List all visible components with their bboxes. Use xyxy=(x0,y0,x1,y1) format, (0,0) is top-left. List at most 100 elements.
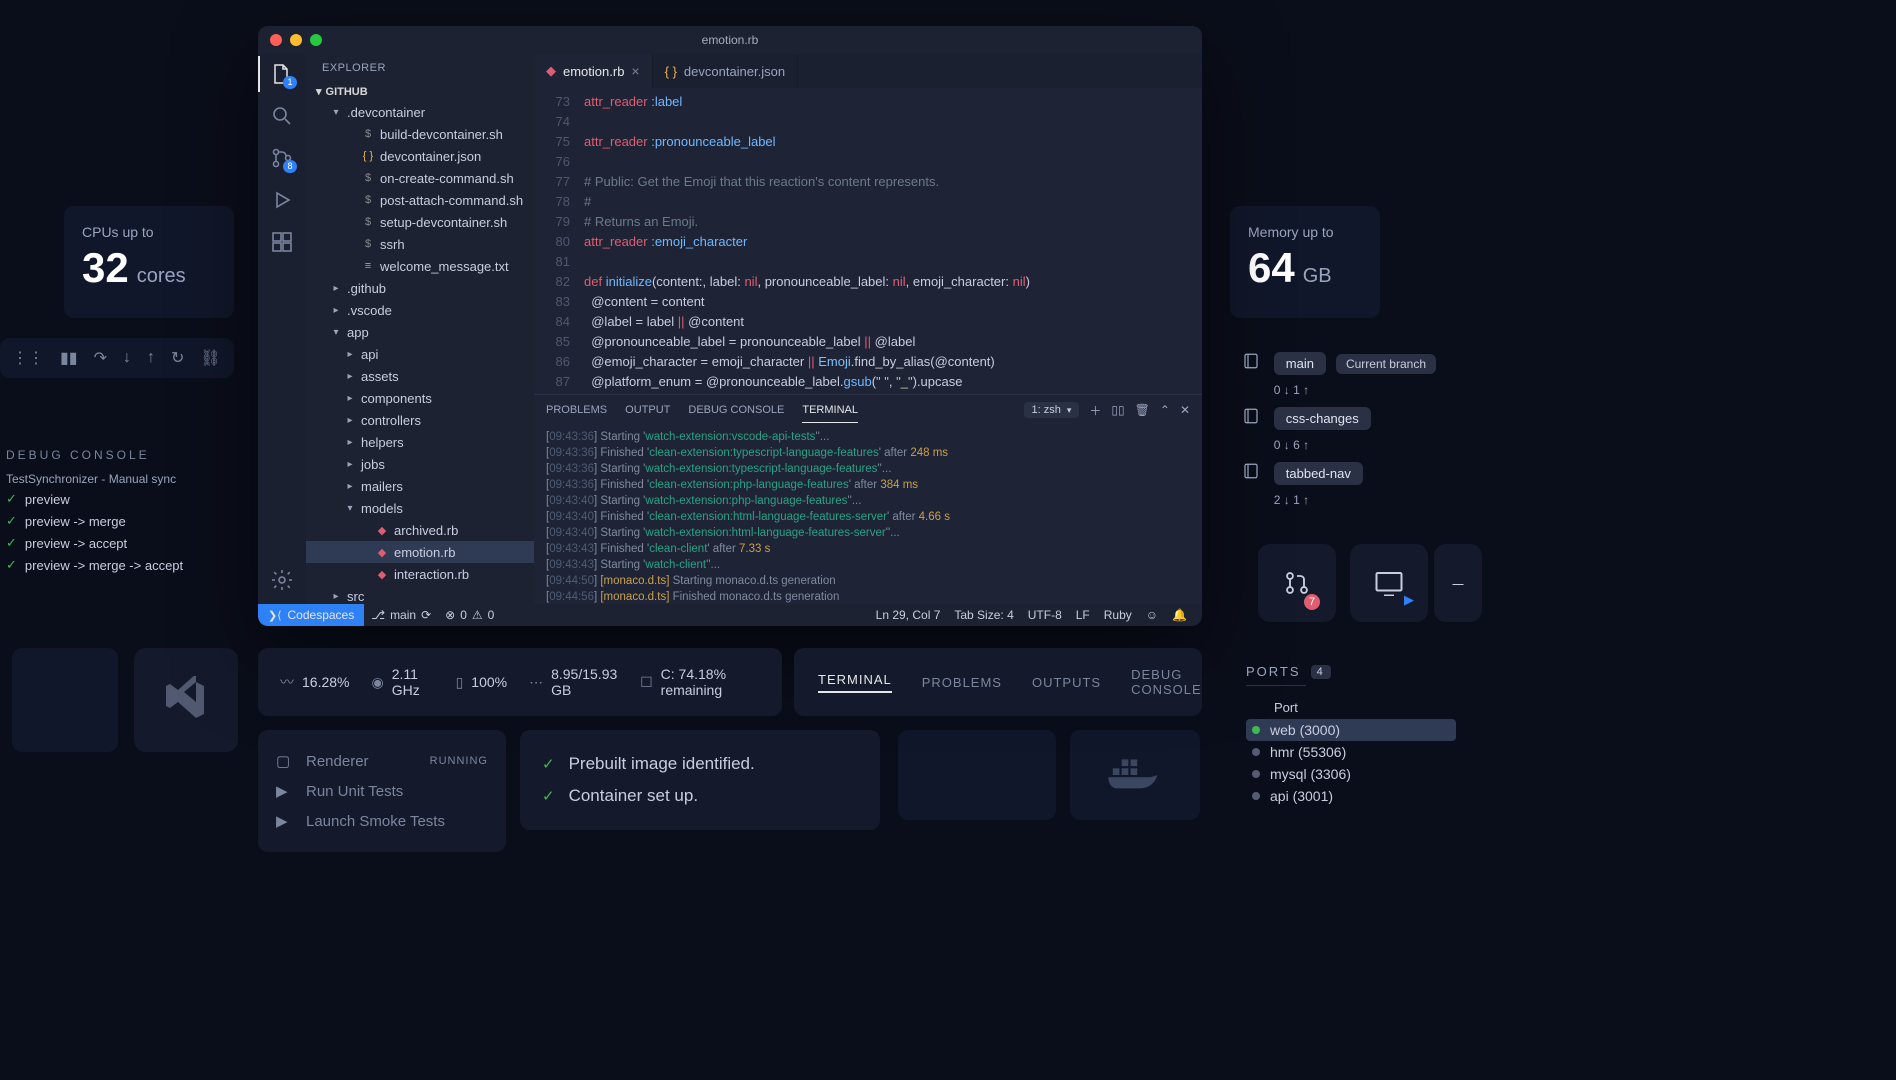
extensions-icon[interactable] xyxy=(270,230,294,254)
task-row[interactable]: ▢RendererRUNNING xyxy=(276,746,488,776)
tree-row[interactable]: ▾app xyxy=(306,321,534,343)
new-terminal-icon[interactable]: ＋ xyxy=(1089,402,1101,419)
panel-tab[interactable]: DEBUG CONSOLE xyxy=(688,398,784,422)
repo-root[interactable]: ▾GITHUB xyxy=(306,82,534,101)
panel-up-icon[interactable]: ⌃ xyxy=(1160,403,1170,417)
tree-row[interactable]: ▸assets xyxy=(306,365,534,387)
port-row[interactable]: web (3000) xyxy=(1246,719,1456,741)
encoding-status[interactable]: UTF-8 xyxy=(1021,608,1069,622)
check-square[interactable]: ⎯ xyxy=(1434,544,1482,622)
tree-row[interactable]: $ssrh xyxy=(306,233,534,255)
kill-terminal-icon[interactable]: 🗑 xyxy=(1135,403,1150,417)
panel-switch-tab[interactable]: DEBUG CONSOLE xyxy=(1131,667,1202,697)
debug-console-widget: DEBUG CONSOLE TestSynchronizer - Manual … xyxy=(0,440,235,620)
check-icon: ✓ xyxy=(6,491,17,507)
file-name: post-attach-command.sh xyxy=(380,193,523,208)
task-label: Run Unit Tests xyxy=(306,783,403,800)
panel-close-icon[interactable]: ✕ xyxy=(1180,403,1190,417)
panel-switcher: TERMINAL PROBLEMS OUTPUTS DEBUG CONSOLE xyxy=(794,648,1202,716)
tree-row[interactable]: ▸jobs xyxy=(306,453,534,475)
tree-row[interactable]: $post-attach-command.sh xyxy=(306,189,534,211)
debug-step-over-icon[interactable]: ↷ xyxy=(94,348,107,368)
chevron-icon: ▸ xyxy=(330,305,342,316)
codespaces-button[interactable]: ❯⟨ Codespaces xyxy=(258,604,364,626)
tree-row[interactable]: { }devcontainer.json xyxy=(306,145,534,167)
code-line: @platform_enum = @pronounceable_label.gs… xyxy=(584,372,962,392)
bell-icon[interactable]: 🔔 xyxy=(1165,608,1194,622)
panel-tab[interactable]: TERMINAL xyxy=(802,398,858,423)
tabsize-status[interactable]: Tab Size: 4 xyxy=(947,608,1020,622)
debug-pause-icon[interactable]: ▮▮ xyxy=(60,348,78,368)
branch-status[interactable]: ⎇main⟳ xyxy=(364,608,438,622)
explorer-icon[interactable]: 1 xyxy=(270,62,294,86)
panel-switch-tab[interactable]: TERMINAL xyxy=(818,672,892,693)
panel-tabs: PROBLEMS OUTPUT DEBUG CONSOLE TERMINAL 1: z… xyxy=(534,395,1202,425)
debug-step-out-icon[interactable]: ↑ xyxy=(147,349,155,367)
port-row[interactable]: hmr (55306) xyxy=(1246,741,1456,763)
port-row[interactable]: mysql (3306) xyxy=(1246,763,1456,785)
split-terminal-icon[interactable]: ▯▯ xyxy=(1111,403,1124,417)
titlebar[interactable]: emotion.rb xyxy=(258,26,1202,54)
line-number: 84 xyxy=(534,312,584,332)
tree-row[interactable]: $on-create-command.sh xyxy=(306,167,534,189)
panel-switch-tab[interactable]: PROBLEMS xyxy=(922,675,1002,690)
tree-row[interactable]: ▾models xyxy=(306,497,534,519)
branch-name: main xyxy=(1274,352,1326,375)
pr-square[interactable]: 7 xyxy=(1258,544,1336,622)
debug-drag-icon[interactable]: ⋮⋮ xyxy=(12,348,44,368)
search-icon[interactable] xyxy=(270,104,294,128)
editor-tab[interactable]: ◆emotion.rb× xyxy=(534,54,653,88)
tree-row[interactable]: ▸helpers xyxy=(306,431,534,453)
debug-disconnect-icon[interactable]: ⛓ xyxy=(200,348,220,368)
scm-icon[interactable]: 8 xyxy=(270,146,294,170)
tree-row[interactable]: $build-devcontainer.sh xyxy=(306,123,534,145)
branch-row[interactable]: css-changes xyxy=(1242,407,1436,430)
gear-icon[interactable] xyxy=(270,568,294,592)
tree-row[interactable]: ▸mailers xyxy=(306,475,534,497)
check-icon: ✓ xyxy=(542,787,555,805)
remote-square[interactable]: ▶ xyxy=(1350,544,1428,622)
tree-row[interactable]: ▸controllers xyxy=(306,409,534,431)
editor-tab[interactable]: { }devcontainer.json xyxy=(653,54,798,88)
branch-row[interactable]: tabbed-nav xyxy=(1242,462,1436,485)
terminal-output[interactable]: [09:43:36] Starting 'watch-extension:vsc… xyxy=(534,425,1202,604)
task-row[interactable]: ▶ Run Unit Tests xyxy=(276,776,488,806)
tree-row[interactable]: ◆emotion.rb xyxy=(306,541,534,563)
language-status[interactable]: Ruby xyxy=(1097,608,1139,622)
tree-row[interactable]: ▸src xyxy=(306,585,534,604)
terminal-select[interactable]: 1: zsh▾ xyxy=(1024,402,1080,418)
tree-row[interactable]: ▸api xyxy=(306,343,534,365)
tree-row[interactable]: $setup-devcontainer.sh xyxy=(306,211,534,233)
code-line: # Returns an Emoji. xyxy=(584,212,698,232)
problems-status[interactable]: ⊗0⚠0 xyxy=(438,608,501,622)
task-row[interactable]: ▶Launch Smoke Tests xyxy=(276,806,488,836)
cursor-status[interactable]: Ln 29, Col 7 xyxy=(869,608,948,622)
tree-row[interactable]: ▸.github xyxy=(306,277,534,299)
port-row[interactable]: api (3001) xyxy=(1246,785,1456,807)
task-icon: ▶ xyxy=(276,782,294,800)
editor[interactable]: 73attr_reader :label7475attr_reader :pro… xyxy=(534,88,1202,394)
tree-row[interactable]: ◆archived.rb xyxy=(306,519,534,541)
line-number: 87 xyxy=(534,372,584,392)
panel-tab[interactable]: OUTPUT xyxy=(625,398,670,422)
chevron-icon: ▸ xyxy=(344,459,356,470)
tree-row[interactable]: ▾.devcontainer xyxy=(306,101,534,123)
battery-icon: ▯ xyxy=(456,674,464,691)
branch-row[interactable]: mainCurrent branch xyxy=(1242,352,1436,375)
eol-status[interactable]: LF xyxy=(1069,608,1097,622)
cpu-percent: 16.28% xyxy=(302,674,349,690)
tree-row[interactable]: ≡welcome_message.txt xyxy=(306,255,534,277)
line-number: 79 xyxy=(534,212,584,232)
panel-switch-tab[interactable]: OUTPUTS xyxy=(1032,675,1101,690)
debug-step-in-icon[interactable]: ↓ xyxy=(123,349,131,367)
debug-icon[interactable] xyxy=(270,188,294,212)
sync-icon[interactable]: ⟳ xyxy=(421,608,431,622)
tree-row[interactable]: ◆interaction.rb xyxy=(306,563,534,585)
debug-restart-icon[interactable]: ↻ xyxy=(171,348,184,368)
feedback-icon[interactable]: ☺ xyxy=(1139,608,1165,622)
panel-tab[interactable]: PROBLEMS xyxy=(546,398,607,422)
close-tab-icon[interactable]: × xyxy=(631,63,639,79)
tree-row[interactable]: ▸.vscode xyxy=(306,299,534,321)
statusbar: ❯⟨ Codespaces ⎇main⟳ ⊗0⚠0 Ln 29, Col 7 T… xyxy=(258,604,1202,626)
tree-row[interactable]: ▸components xyxy=(306,387,534,409)
